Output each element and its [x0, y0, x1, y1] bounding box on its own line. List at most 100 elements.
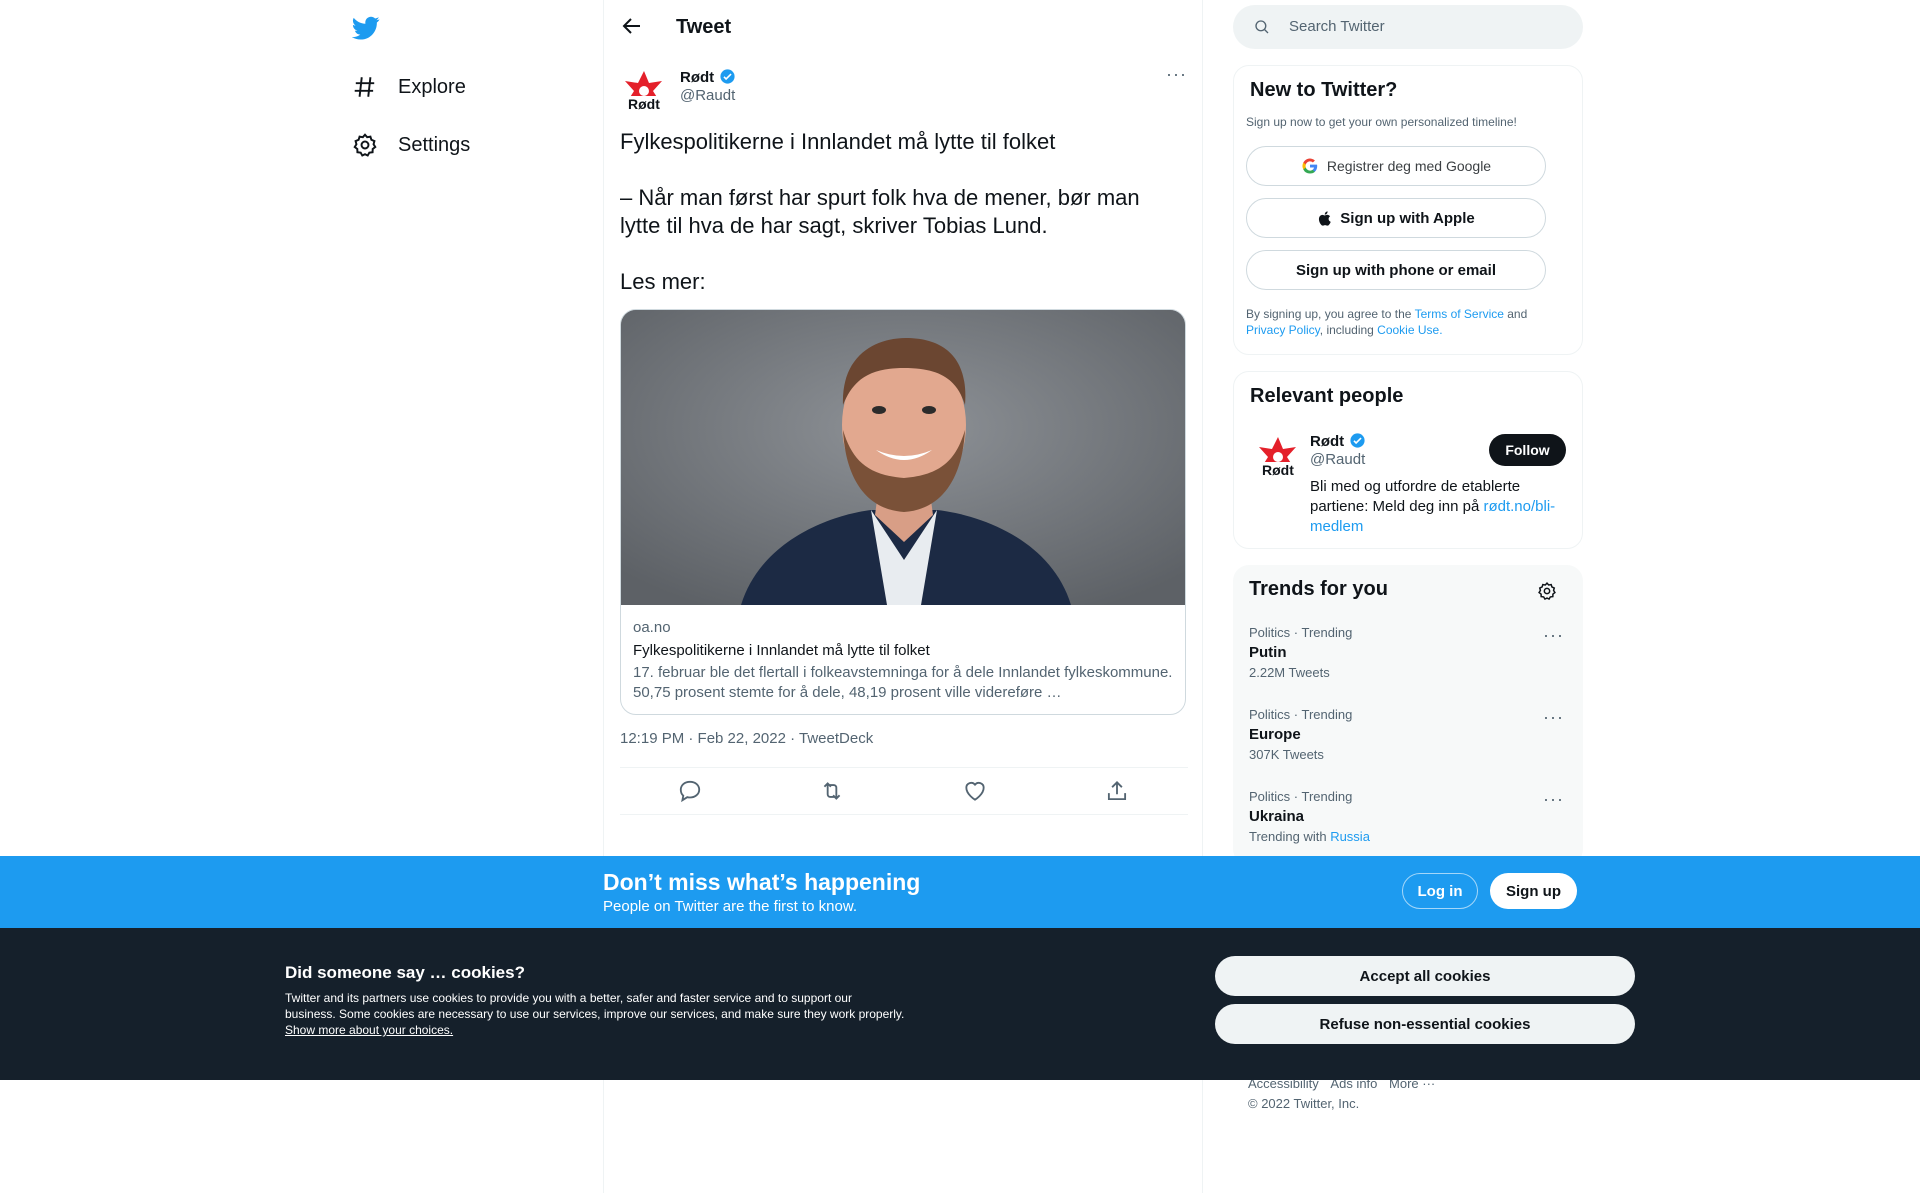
card-domain: oa.no: [633, 619, 671, 636]
search-icon: [1255, 20, 1269, 34]
login-banner: Don’t miss what’s happening People on Tw…: [0, 856, 1920, 928]
banner-subtitle: People on Twitter are the first to know.: [603, 898, 858, 915]
footer-copyright: © 2022 Twitter, Inc.: [1248, 1096, 1360, 1111]
tweet-text: Fylkespolitikerne i Innlandet må lytte t…: [620, 128, 1180, 324]
signup-panel: New to Twitter? Sign up now to get your …: [1233, 65, 1583, 355]
relevant-person-handle: @Raudt: [1310, 451, 1366, 468]
avatar[interactable]: Rødt: [620, 68, 668, 116]
relevant-people-panel: Relevant people Rødt Rødt @Raudt Follow …: [1233, 371, 1583, 549]
trend-category: Politics · Trending: [1249, 789, 1353, 804]
google-icon: [1302, 158, 1318, 174]
back-arrow-icon[interactable]: [620, 14, 644, 38]
tweet-timestamp: 12:19 PM · Feb 22, 2022 · TweetDeck: [620, 730, 874, 747]
trend-category: Politics · Trending: [1249, 707, 1353, 722]
retweet-icon[interactable]: [819, 778, 845, 804]
search-input[interactable]: Search Twitter: [1233, 5, 1583, 49]
trending-with-label: Trending with: [1249, 829, 1327, 844]
legal-text: By signing up, you agree to the: [1246, 307, 1415, 321]
nav-explore-label: Explore: [398, 75, 466, 98]
cookie-choices-link[interactable]: Show more about your choices.: [285, 1023, 453, 1037]
apple-signup-label: Sign up with Apple: [1340, 209, 1475, 227]
signup-button[interactable]: Sign up: [1490, 873, 1577, 909]
phone-email-signup-label: Sign up with phone or email: [1295, 261, 1496, 279]
verified-badge-icon: [1350, 433, 1365, 448]
login-label: Log in: [1417, 882, 1463, 900]
trend-count: 2.22M Tweets: [1249, 665, 1330, 680]
nav-settings-label: Settings: [398, 133, 471, 156]
apple-icon: [1319, 210, 1331, 226]
refuse-cookies-button[interactable]: Refuse non-essential cookies: [1215, 1004, 1635, 1044]
nav-settings[interactable]: Settings: [352, 127, 470, 163]
verified-badge-icon: [720, 69, 735, 84]
phone-email-signup-button[interactable]: Sign up with phone or email: [1246, 250, 1546, 290]
cookie-text: Twitter and its partners use cookies to …: [285, 990, 905, 1038]
trend-name: Putin: [1249, 644, 1287, 661]
more-options-icon[interactable]: ···: [1543, 707, 1564, 728]
divider: [620, 814, 1188, 815]
trend-name: Ukraina: [1249, 808, 1305, 825]
gear-icon[interactable]: [1537, 581, 1557, 601]
more-options-icon[interactable]: ···: [1543, 789, 1564, 810]
trend-name: Europe: [1249, 726, 1301, 743]
trend-item[interactable]: Politics · Trending Ukraina Trending wit…: [1249, 789, 1370, 844]
relevant-person-bio: Bli med og utfordre de etablerte partien…: [1310, 477, 1572, 537]
cookie-body: Twitter and its partners use cookies to …: [285, 991, 905, 1021]
follow-label: Follow: [1505, 442, 1550, 458]
google-signup-label: Registrer deg med Google: [1326, 158, 1492, 174]
twitter-logo-icon[interactable]: [352, 14, 380, 42]
trend-category: Politics · Trending: [1249, 625, 1353, 640]
card-description: 17. februar ble det flertall i folkeavst…: [633, 664, 1173, 701]
tweet-text-line: – Når man først har spurt folk hva de me…: [620, 185, 1140, 238]
privacy-link[interactable]: Privacy Policy: [1246, 323, 1320, 337]
login-button[interactable]: Log in: [1402, 873, 1478, 909]
trends-panel: Trends for you Politics · Trending Putin…: [1233, 565, 1583, 865]
tweet-text-line: Les mer:: [620, 269, 706, 294]
more-options-icon[interactable]: ···: [1543, 625, 1564, 646]
author-name: Rødt: [680, 69, 715, 86]
nav-explore[interactable]: Explore: [352, 69, 466, 105]
trend-item[interactable]: Politics · Trending Europe 307K Tweets: [1249, 707, 1352, 762]
trend-count: 307K Tweets: [1249, 747, 1324, 762]
cookie-title: Did someone say … cookies?: [285, 963, 525, 982]
accept-cookies-label: Accept all cookies: [1359, 967, 1491, 985]
banner-title: Don’t miss what’s happening: [603, 869, 921, 895]
gear-icon: [353, 133, 377, 157]
link-card[interactable]: oa.no Fylkespolitikerne i Innlandet må l…: [620, 309, 1186, 715]
search-placeholder: Search Twitter: [1289, 18, 1385, 35]
avatar-wordmark: Rødt: [627, 96, 661, 112]
person-photo: [621, 310, 1185, 605]
card-meta: oa.no Fylkespolitikerne i Innlandet må l…: [633, 618, 1173, 703]
avatar-wordmark: Rødt: [1261, 462, 1295, 478]
relevant-people-title: Relevant people: [1250, 385, 1404, 407]
follow-button[interactable]: Follow: [1489, 434, 1566, 466]
share-icon[interactable]: [1104, 778, 1130, 804]
legal-text: , including: [1319, 323, 1378, 337]
signup-subtitle: Sign up now to get your own personalized…: [1246, 115, 1517, 129]
divider: [620, 767, 1188, 768]
card-image: [621, 310, 1185, 605]
like-icon[interactable]: [962, 778, 988, 804]
terms-link[interactable]: Terms of Service: [1415, 307, 1504, 321]
reply-icon[interactable]: [677, 778, 703, 804]
card-title: Fylkespolitikerne i Innlandet må lytte t…: [633, 642, 930, 659]
cookie-use-link[interactable]: Cookie Use.: [1377, 323, 1442, 337]
trend-item[interactable]: Politics · Trending Putin 2.22M Tweets: [1249, 625, 1352, 680]
more-options-icon[interactable]: ···: [1166, 64, 1187, 85]
relevant-person[interactable]: Rødt @Raudt: [1310, 432, 1366, 468]
cookie-consent-bar: Did someone say … cookies? Twitter and i…: [0, 928, 1920, 1080]
trending-with-link[interactable]: Russia: [1330, 829, 1370, 844]
apple-signup-button[interactable]: Sign up with Apple: [1246, 198, 1546, 238]
author-block[interactable]: Rødt @Raudt: [680, 68, 736, 104]
tweet-text-line: Fylkespolitikerne i Innlandet må lytte t…: [620, 129, 1056, 154]
legal-text: and: [1503, 307, 1528, 321]
signup-title: New to Twitter?: [1250, 79, 1398, 101]
trends-title: Trends for you: [1249, 578, 1388, 600]
accept-cookies-button[interactable]: Accept all cookies: [1215, 956, 1635, 996]
google-signup-button[interactable]: Registrer deg med Google: [1246, 146, 1546, 186]
trend-count: Trending with Russia: [1249, 829, 1370, 844]
refuse-cookies-label: Refuse non-essential cookies: [1319, 1015, 1531, 1033]
avatar[interactable]: Rødt: [1254, 434, 1302, 482]
signup-label: Sign up: [1506, 882, 1561, 900]
page-title: Tweet: [676, 16, 732, 38]
footer: Accessibility Ads info More ··· © 2022 T…: [1248, 1074, 1435, 1114]
